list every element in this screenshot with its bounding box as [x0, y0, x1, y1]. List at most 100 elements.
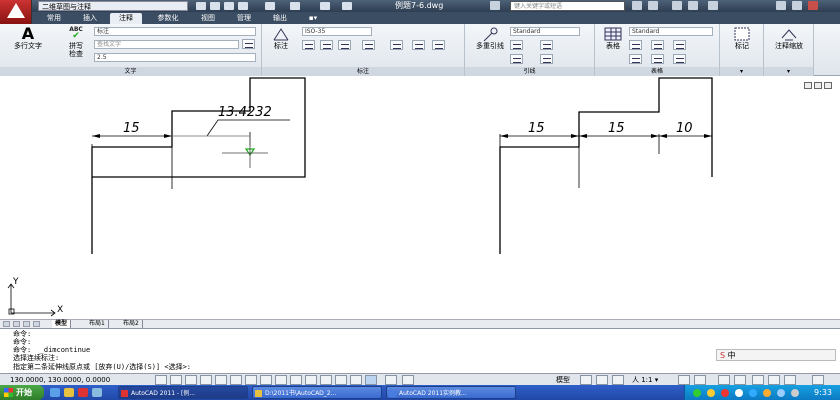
- ribbon-options-icon[interactable]: ▪▾: [302, 13, 324, 24]
- collect-leader-icon[interactable]: [540, 54, 553, 64]
- ducs-icon[interactable]: [260, 375, 272, 385]
- continue-dim-icon[interactable]: [362, 40, 375, 50]
- text-height-select[interactable]: 2.5: [94, 53, 256, 62]
- snap-mode-icon[interactable]: [155, 375, 167, 385]
- command-prompt[interactable]: 指定第二条延伸线原点或 [放弃(U)/选择(S)] <选择>:: [13, 363, 191, 371]
- prev-layout-icon[interactable]: [13, 321, 20, 327]
- binoculars-icon[interactable]: [490, 1, 500, 10]
- multileader-button[interactable]: 多重引线: [467, 26, 513, 50]
- favorites-star-icon[interactable]: [688, 1, 698, 10]
- annotation-scale-select[interactable]: 人 1:1 ▾: [632, 375, 658, 385]
- align-leader-icon[interactable]: [540, 40, 553, 50]
- mleader-style-select[interactable]: Standard: [510, 27, 580, 36]
- quick-access-dropdown-icon[interactable]: [342, 2, 352, 10]
- start-button[interactable]: 开始: [0, 385, 44, 400]
- redo-icon[interactable]: [290, 2, 300, 10]
- ime-toolbar[interactable]: S 中: [716, 349, 836, 361]
- leader-panel-label[interactable]: 引线: [465, 67, 594, 76]
- tab-home[interactable]: 常用: [38, 13, 70, 24]
- quicklaunch-desktop-icon[interactable]: [92, 388, 102, 397]
- grid-display-icon[interactable]: [170, 375, 182, 385]
- first-layout-icon[interactable]: [3, 321, 10, 327]
- quicklaunch-folder-icon[interactable]: [64, 388, 74, 397]
- annotation-visibility-icon[interactable]: [678, 375, 690, 385]
- tray-icon[interactable]: [693, 389, 701, 397]
- text-style-select[interactable]: 标注: [94, 27, 256, 36]
- viewport-restore-icon[interactable]: [814, 82, 822, 89]
- markup-panel-expand[interactable]: ▾: [720, 67, 763, 76]
- find-replace-icon[interactable]: [242, 39, 255, 49]
- auto-scale-icon[interactable]: [694, 375, 706, 385]
- dimspace-icon[interactable]: [390, 40, 403, 50]
- table-cell-icon-4[interactable]: [629, 54, 642, 64]
- close-window-icon[interactable]: [808, 1, 818, 10]
- cad-drawing[interactable]: 15 13.4232 15 15 10 Y X: [0, 76, 840, 319]
- pan-icon[interactable]: [612, 375, 624, 385]
- dimstyle-select[interactable]: ISO-35: [302, 27, 372, 36]
- tab-manage[interactable]: 管理: [228, 13, 260, 24]
- dynamic-input-icon[interactable]: [275, 375, 287, 385]
- remove-leader-icon[interactable]: [510, 54, 523, 64]
- mtext-button[interactable]: A 多行文字: [6, 26, 50, 51]
- table-style-select[interactable]: Standard: [629, 27, 713, 36]
- task-autocad[interactable]: AutoCAD 2011 - [例...: [118, 386, 248, 399]
- layout-tab-layout2[interactable]: 布局2: [120, 320, 143, 328]
- subscription-icon[interactable]: [648, 1, 658, 10]
- last-layout-icon[interactable]: [33, 321, 40, 327]
- ortho-mode-icon[interactable]: [185, 375, 197, 385]
- table-cell-icon-1[interactable]: [629, 40, 642, 50]
- task-document[interactable]: AutoCAD 2011实例教...: [386, 386, 516, 399]
- open-file-icon[interactable]: [210, 2, 220, 10]
- otrack-icon[interactable]: [245, 375, 257, 385]
- viewport-close-icon[interactable]: [824, 82, 832, 89]
- volume-icon[interactable]: [777, 389, 785, 397]
- 3d-osnap-icon[interactable]: [230, 375, 242, 385]
- tab-insert[interactable]: 插入: [74, 13, 106, 24]
- search-input[interactable]: 键入关键字或短语: [510, 1, 625, 11]
- object-snap-icon[interactable]: [215, 375, 227, 385]
- viewport-minimize-icon[interactable]: [804, 82, 812, 89]
- spell-check-button[interactable]: ABC ✔ 拼写 检查: [58, 26, 94, 58]
- save-as-icon[interactable]: [238, 2, 248, 10]
- text-panel-label[interactable]: 文字: [0, 67, 261, 76]
- toggle-icon[interactable]: [385, 375, 397, 385]
- tray-icon[interactable]: [735, 389, 743, 397]
- linear-dim-icon[interactable]: [302, 40, 315, 50]
- quick-view-drawings-icon[interactable]: [596, 375, 608, 385]
- dimension-button[interactable]: 标注: [266, 26, 296, 50]
- selection-cycling-icon[interactable]: [335, 375, 347, 385]
- coordinate-readout[interactable]: 130.0000, 130.0000, 0.0000: [10, 375, 110, 385]
- annotation-scaling-expand[interactable]: ▾: [764, 67, 813, 76]
- annotation-monitor-icon[interactable]: [350, 375, 362, 385]
- command-window[interactable]: 命令: 命令: 命令: _dimcontinue 选择连续标注: 指定第二条延伸…: [0, 328, 840, 373]
- active-toggle-icon[interactable]: [365, 375, 377, 385]
- layout-tab-layout1[interactable]: 布局1: [86, 320, 109, 328]
- search-icon[interactable]: [632, 1, 642, 10]
- table-cell-icon-6[interactable]: [673, 54, 686, 64]
- new-file-icon[interactable]: [196, 2, 206, 10]
- hardware-acceleration-icon[interactable]: [752, 375, 764, 385]
- workspace-switching-icon[interactable]: [718, 375, 730, 385]
- layout-tab-model[interactable]: 模型: [52, 320, 72, 328]
- table-cell-icon-5[interactable]: [651, 54, 664, 64]
- table-panel-label[interactable]: 表格: [595, 67, 719, 76]
- aligned-dim-icon[interactable]: [320, 40, 333, 50]
- tray-icon[interactable]: [707, 389, 715, 397]
- lock-icon[interactable]: [734, 375, 746, 385]
- polar-tracking-icon[interactable]: [200, 375, 212, 385]
- transparency-icon[interactable]: [305, 375, 317, 385]
- next-layout-icon[interactable]: [23, 321, 30, 327]
- tray-icon[interactable]: [749, 389, 757, 397]
- minimize-window-icon[interactable]: [776, 1, 786, 10]
- annotation-scale-button[interactable]: 注释缩放: [766, 26, 812, 50]
- help-icon[interactable]: [708, 1, 718, 10]
- table-cell-icon-3[interactable]: [673, 40, 686, 50]
- tray-icon[interactable]: [721, 389, 729, 397]
- tab-view[interactable]: 视图: [192, 13, 224, 24]
- lineweight-icon[interactable]: [290, 375, 302, 385]
- table-button[interactable]: 表格: [599, 26, 627, 50]
- toggle-icon[interactable]: [402, 375, 414, 385]
- tray-icon[interactable]: [763, 389, 771, 397]
- isolate-objects-icon[interactable]: [768, 375, 780, 385]
- tab-annotate[interactable]: 注释: [110, 13, 142, 24]
